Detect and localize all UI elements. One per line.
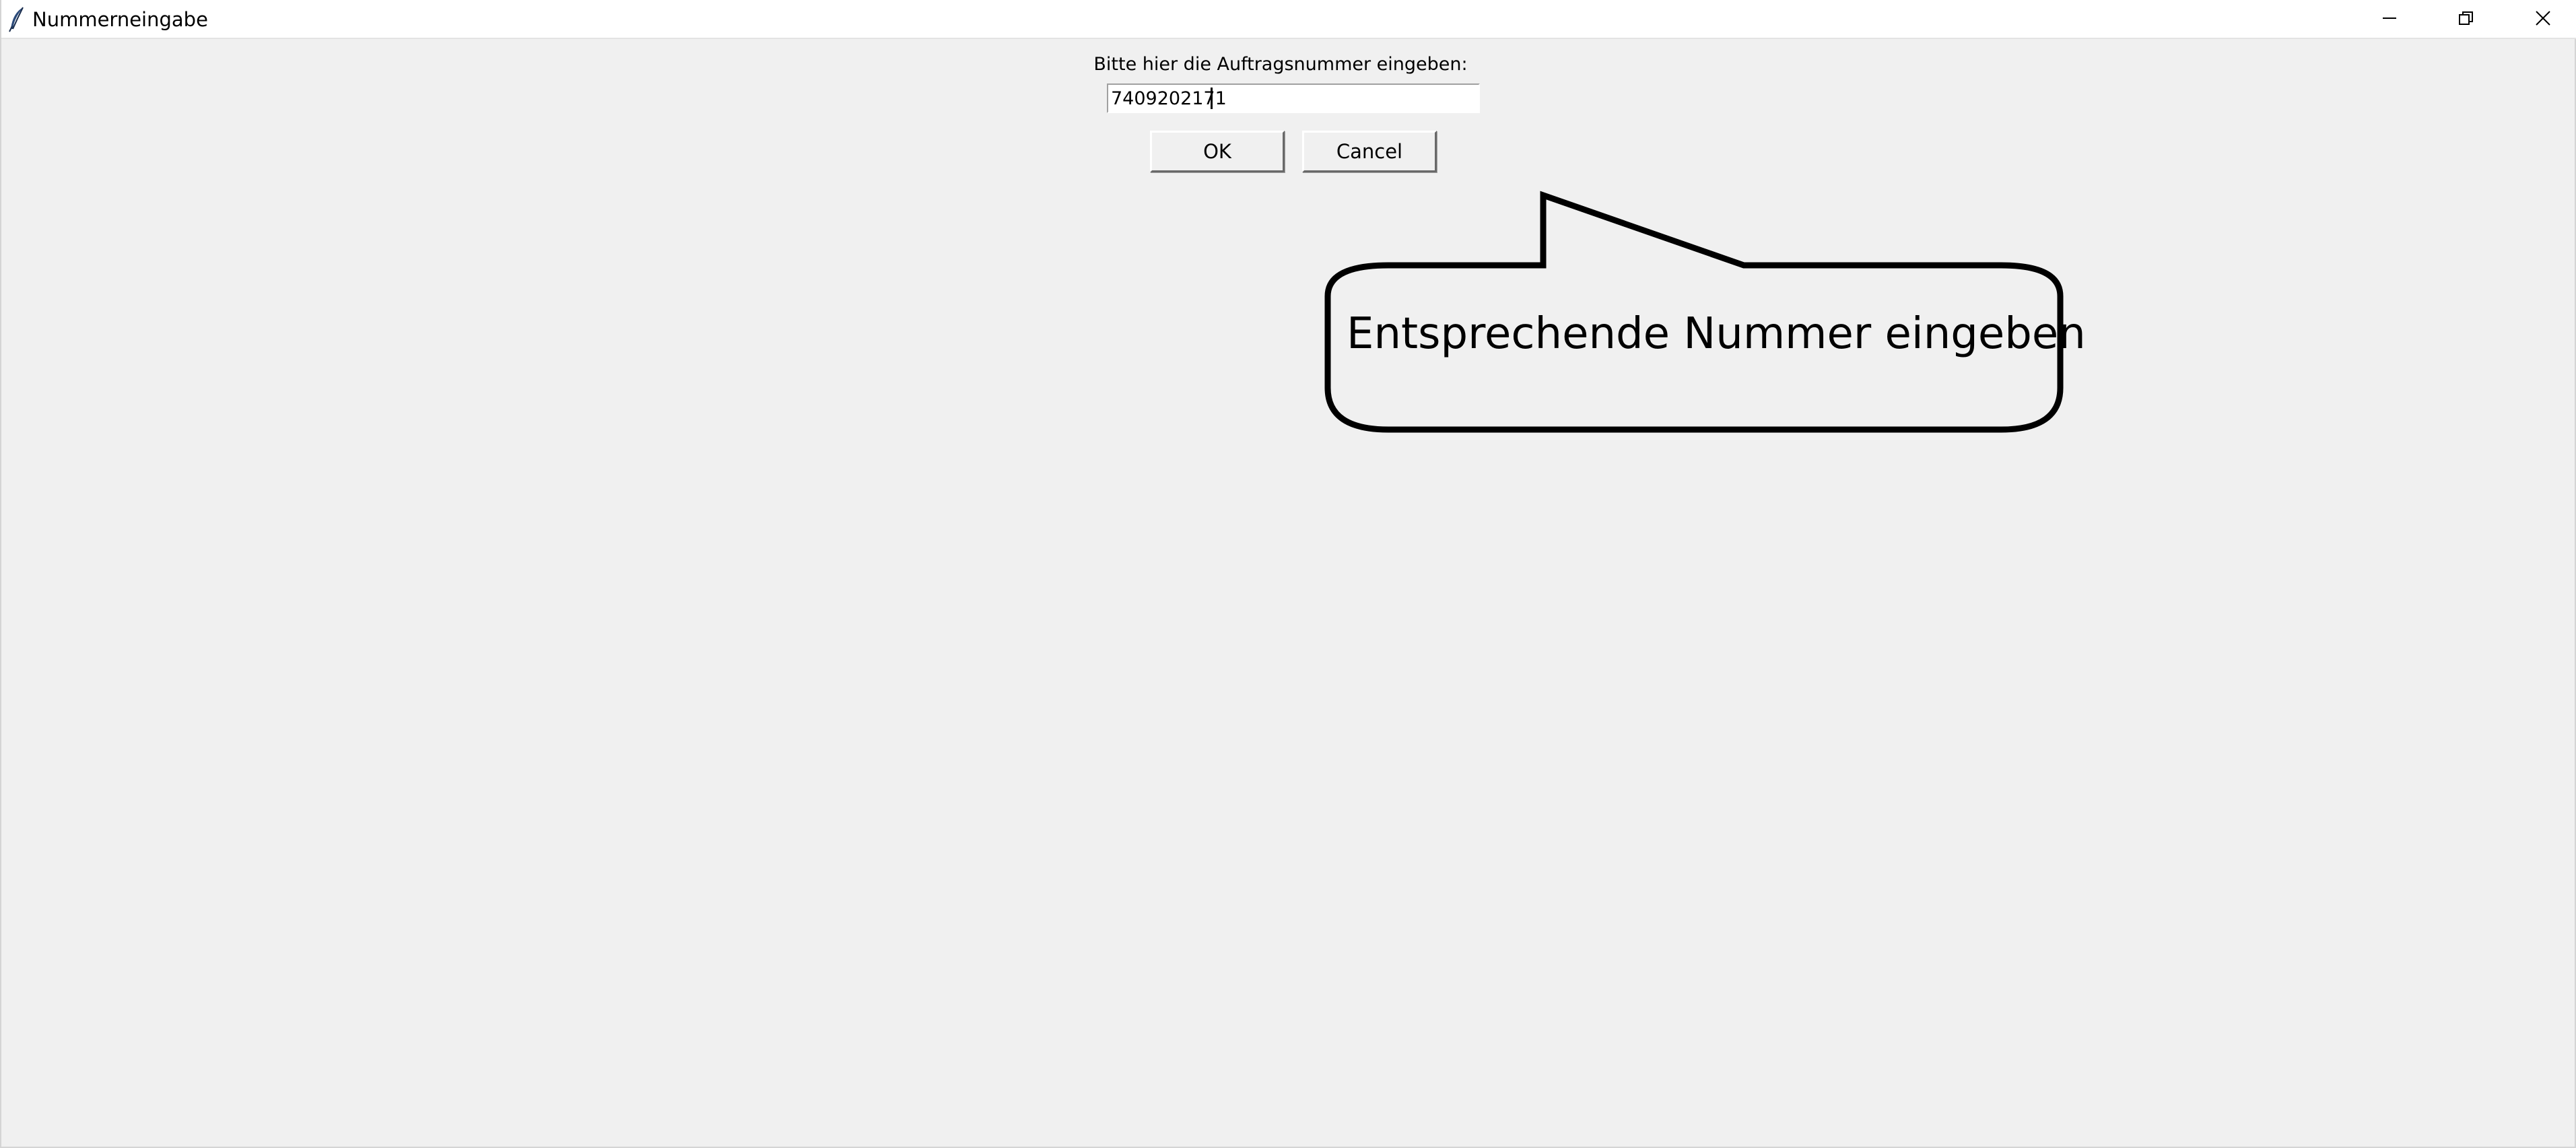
app-window: Nummerneingabe Bitte hier die Auftragsnu… bbox=[0, 0, 2576, 1148]
restore-button[interactable] bbox=[2428, 0, 2505, 39]
text-caret bbox=[1211, 88, 1213, 109]
feather-icon bbox=[7, 6, 27, 33]
minimize-icon bbox=[2381, 10, 2398, 29]
restore-icon bbox=[2458, 10, 2474, 29]
speech-callout bbox=[1324, 191, 2064, 433]
title-bar[interactable]: Nummerneingabe bbox=[1, 0, 2576, 39]
minimize-button[interactable] bbox=[2351, 0, 2428, 39]
order-number-input[interactable] bbox=[1107, 83, 1480, 113]
close-button[interactable] bbox=[2505, 0, 2576, 39]
ok-button[interactable]: OK bbox=[1150, 131, 1285, 172]
callout-text: Entsprechende Nummer eingeben bbox=[1347, 309, 2086, 359]
window-title: Nummerneingabe bbox=[32, 8, 208, 31]
close-icon bbox=[2535, 10, 2551, 29]
dialog-content: Bitte hier die Auftragsnummer eingeben: … bbox=[1, 39, 2576, 1148]
prompt-label: Bitte hier die Auftragsnummer eingeben: bbox=[1093, 54, 1468, 75]
